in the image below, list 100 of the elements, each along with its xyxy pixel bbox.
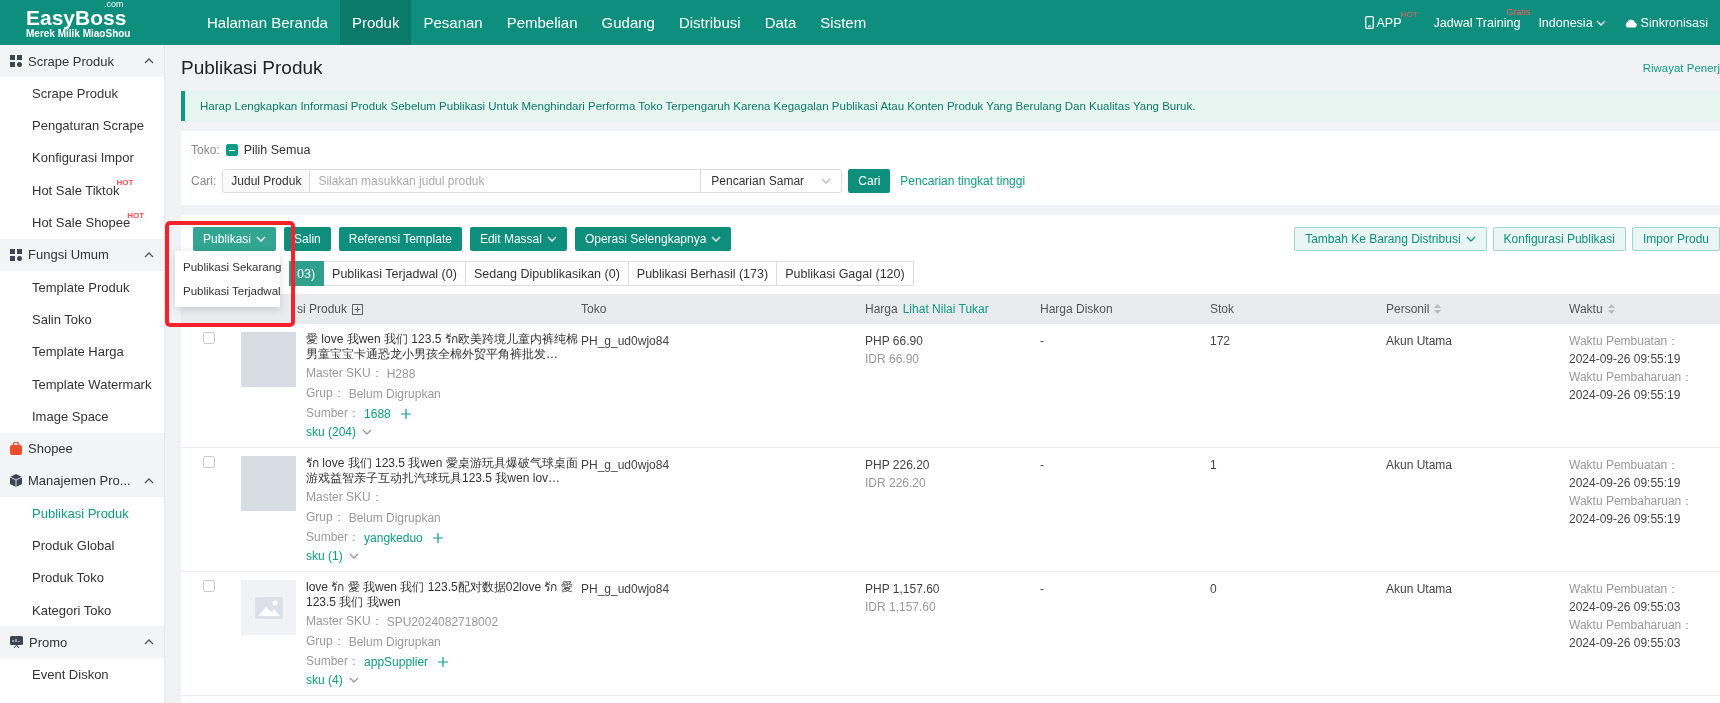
toolbar-button[interactable]: Tambah Ke Barang Distribusi bbox=[1294, 227, 1487, 251]
caret-icon bbox=[1595, 19, 1606, 26]
field-value: Belum Digrupkan bbox=[348, 634, 441, 649]
search-button[interactable]: Cari bbox=[848, 169, 891, 193]
source-link[interactable]: 1688 bbox=[364, 406, 391, 421]
nav-tab[interactable]: Halaman Beranda bbox=[195, 0, 340, 45]
source-link[interactable]: appSupplier bbox=[364, 654, 429, 669]
toolbar-button[interactable]: Referensi Template bbox=[338, 227, 462, 251]
status-tab[interactable]: Publikasi Berhasil (173) bbox=[628, 261, 778, 286]
store-name: PH_g_ud0wjo84 bbox=[581, 333, 671, 350]
search-field[interactable]: Silakan masukkan judul produk bbox=[310, 169, 701, 193]
updated-time: 2024-09-26 09:55:19 bbox=[1569, 511, 1682, 528]
toolbar-button[interactable]: Salin bbox=[284, 227, 331, 251]
discount-price: - bbox=[1040, 457, 1045, 474]
sidebar-item[interactable]: Salin Toko bbox=[32, 312, 92, 328]
toolbar-button[interactable]: Publikasi bbox=[193, 227, 277, 251]
sidebar-item[interactable]: Image Space bbox=[32, 409, 109, 425]
sidebar-group-header[interactable]: Manajemen Pro... bbox=[0, 464, 164, 497]
field-label: Master SKU： bbox=[306, 489, 383, 506]
sidebar-item[interactable]: Event Diskon bbox=[32, 667, 109, 683]
time-label: Waktu Pembaharuan： bbox=[1569, 493, 1695, 510]
history-link[interactable]: Riwayat Penerj bbox=[1642, 62, 1720, 74]
sku-toggle[interactable]: sku (4) bbox=[306, 673, 359, 687]
time-label: Waktu Pembuatan： bbox=[1569, 333, 1681, 350]
exchange-rate-link[interactable]: Lihat Nilai Tukar bbox=[902, 302, 989, 316]
sidebar-group-label: Promo bbox=[29, 634, 68, 650]
toolbar-button[interactable]: Operasi Selengkapnya bbox=[574, 227, 732, 251]
sidebar-item[interactable]: Kategori Toko bbox=[32, 602, 112, 618]
row-checkbox[interactable] bbox=[203, 332, 215, 344]
sku-toggle[interactable]: sku (1) bbox=[306, 549, 359, 563]
menu-item[interactable]: Publikasi Terjadwal bbox=[175, 279, 280, 303]
sidebar-item[interactable]: Scrape Produk bbox=[32, 85, 118, 101]
advanced-search-link[interactable]: Pencarian tingkat tinggi bbox=[900, 174, 1026, 188]
nav-tab[interactable]: Gudang bbox=[589, 0, 667, 45]
plus-icon bbox=[438, 656, 449, 667]
nav-tab[interactable]: Distribusi bbox=[666, 0, 753, 45]
filter-label: Cari: bbox=[191, 174, 217, 188]
field-label: Sumber： bbox=[306, 653, 361, 670]
nav-tab[interactable]: Pembelian bbox=[494, 0, 590, 45]
cube-icon bbox=[10, 474, 22, 488]
created-time: 2024-09-26 09:55:19 bbox=[1569, 351, 1682, 368]
sku-toggle[interactable]: sku (204) bbox=[306, 425, 373, 439]
brand-logo: EasyBoss bbox=[26, 8, 127, 28]
converted-price: IDR 66.90 bbox=[865, 351, 921, 368]
grid-icon bbox=[10, 55, 22, 67]
search-mode-select[interactable]: Pencarian Samar bbox=[700, 169, 843, 193]
toolbar-button[interactable]: Edit Massal bbox=[469, 227, 567, 251]
created-time: 2024-09-26 09:55:19 bbox=[1569, 475, 1682, 492]
row-checkbox[interactable] bbox=[203, 580, 215, 592]
sidebar-group-header[interactable]: Fungsi Umum bbox=[0, 238, 164, 271]
nav-tab[interactable]: Produk bbox=[339, 0, 412, 45]
column-header: Harga Diskon bbox=[1040, 302, 1113, 316]
header-link[interactable]: Jadwal Training bbox=[1433, 15, 1521, 30]
search-field-selector[interactable]: Judul Produk bbox=[222, 169, 311, 193]
sidebar-item[interactable]: Pengaturan Scrape bbox=[32, 118, 145, 134]
toolbar-button[interactable]: Konfigurasi Publikasi bbox=[1492, 227, 1626, 251]
status-tab[interactable]: Publikasi Terjadwal (0) bbox=[324, 261, 466, 286]
sidebar-item[interactable]: Template Produk bbox=[32, 279, 130, 295]
product-title[interactable]: รัก love 我们 123.5 我wen 愛桌游玩具爆破气球桌面游戏益智亲子互动扎汽球玩具123.5 我wen lov… bbox=[306, 456, 578, 486]
hot-label: HOT bbox=[127, 210, 145, 220]
source-link[interactable]: yangkeduo bbox=[364, 530, 423, 545]
sidebar-item[interactable]: Publikasi Produk bbox=[32, 505, 129, 521]
product-title[interactable]: 愛 love 我wen 我们 123.5 รัก欧美跨境儿童内裤纯棉男童宝宝卡通恐龙小男孩全棉外贸平角裤批发… bbox=[306, 332, 578, 362]
sidebar-group-header[interactable]: Scrape Produk bbox=[0, 45, 164, 77]
time-label: Waktu Pembaharuan： bbox=[1569, 617, 1695, 634]
language-selector[interactable]: Indonesia bbox=[1538, 15, 1593, 30]
personnel-name: Akun Utama bbox=[1386, 457, 1454, 474]
photo-placeholder bbox=[241, 456, 296, 511]
store-name: PH_g_ud0wjo84 bbox=[581, 581, 671, 598]
logo-domain: .com bbox=[104, 0, 124, 9]
sidebar-item[interactable]: Template Harga bbox=[32, 344, 124, 360]
menu-item[interactable]: Publikasi Sekarang bbox=[175, 255, 280, 279]
column-header: Toko bbox=[581, 302, 607, 316]
discount-price: - bbox=[1040, 333, 1045, 350]
sidebar-group-header[interactable]: Promo bbox=[0, 626, 164, 659]
product-title[interactable]: love รัก 愛 我wen 我们 123.5配对数据02love รัก 愛 123.5 我们 我wen bbox=[306, 580, 578, 610]
sync-link[interactable]: Sinkronisasi bbox=[1640, 15, 1708, 30]
header-link[interactable]: APP bbox=[1376, 15, 1402, 30]
field-value: H288 bbox=[386, 366, 416, 381]
stock-count: 172 bbox=[1210, 333, 1232, 350]
price: PHP 66.90 bbox=[865, 333, 924, 350]
status-tab[interactable]: Sedang Dipublikasikan (0) bbox=[465, 261, 629, 286]
row-checkbox[interactable] bbox=[203, 456, 215, 468]
sidebar-group-header[interactable]: Shopee bbox=[0, 432, 164, 465]
stock-count: 0 bbox=[1210, 581, 1218, 598]
nav-tab[interactable]: Data bbox=[752, 0, 809, 45]
sidebar-item[interactable]: Produk Global bbox=[32, 538, 115, 553]
sidebar-item[interactable]: Produk Toko bbox=[32, 570, 105, 586]
status-tab[interactable]: Publikasi Gagal (120) bbox=[777, 261, 914, 286]
nav-tab[interactable]: Pesanan bbox=[411, 0, 495, 45]
checkbox[interactable] bbox=[225, 144, 238, 156]
nav-tab[interactable]: Sistem bbox=[808, 0, 879, 45]
sidebar-item[interactable]: Template Watermark bbox=[32, 376, 152, 392]
toolbar-button[interactable]: Impor Produ bbox=[1631, 227, 1720, 251]
time-label: Waktu Pembuatan： bbox=[1569, 457, 1681, 474]
filter-label: Toko: bbox=[191, 143, 220, 157]
created-time: 2024-09-26 09:55:03 bbox=[1569, 599, 1682, 616]
grid-icon bbox=[10, 248, 22, 261]
sidebar-item[interactable]: Konfigurasi Impor bbox=[32, 150, 134, 166]
field-label: Master SKU： bbox=[306, 365, 383, 382]
